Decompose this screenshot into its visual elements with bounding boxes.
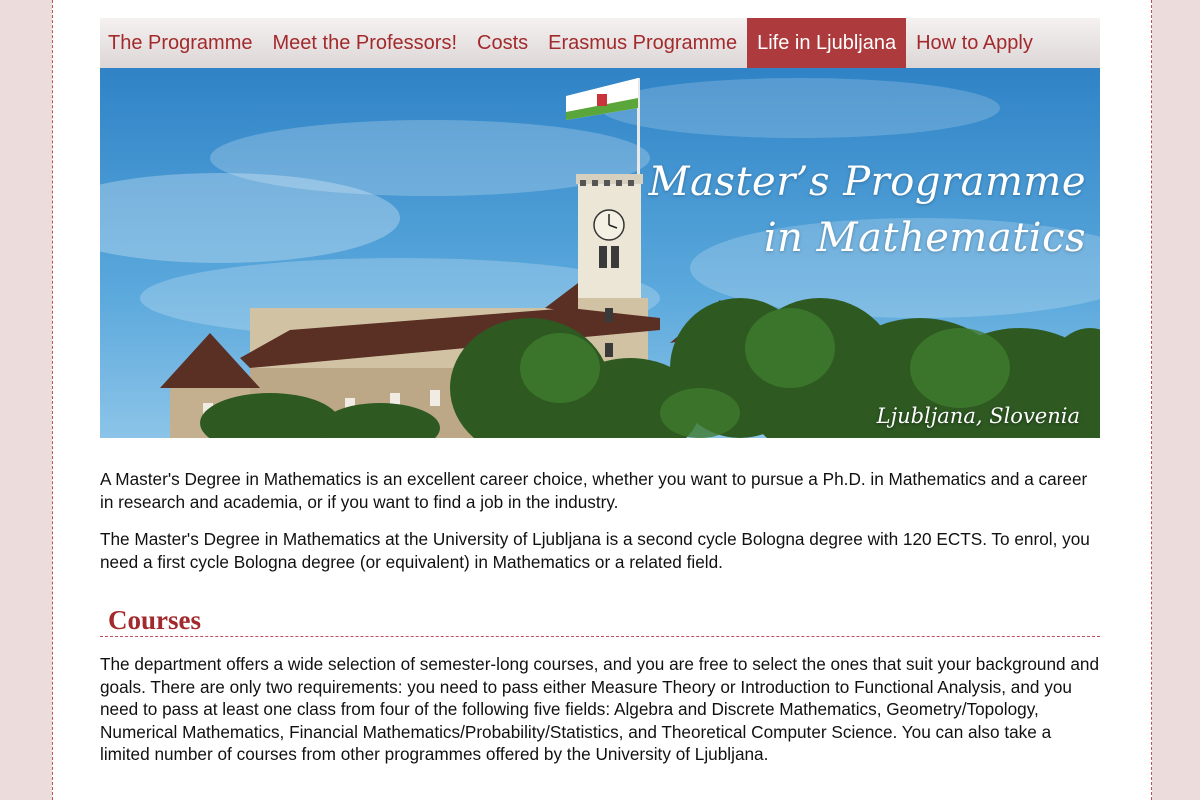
hero-title-line-1: Master’s Programme <box>648 159 1086 205</box>
nav-item-life-in-ljubljana[interactable]: Life in Ljubljana <box>747 18 907 68</box>
nav-item-the-programme[interactable]: The Programme <box>100 18 263 68</box>
intro-paragraph-2: The Master's Degree in Mathematics at th… <box>100 529 1090 572</box>
intro-paragraph-1: A Master's Degree in Mathematics is an e… <box>100 469 1088 512</box>
courses-paragraph-1: The department offers a wide selection o… <box>100 653 1100 765</box>
main-content: A Master's Degree in Mathematics is an e… <box>100 468 1100 781</box>
hero-banner: Master’s Programme in Mathematics Ljublj… <box>100 68 1100 438</box>
nav-item-erasmus-programme[interactable]: Erasmus Programme <box>538 18 747 68</box>
hero-title: Master’s Programme in Mathematics <box>649 154 1086 266</box>
main-navigation: The Programme Meet the Professors! Costs… <box>100 18 1100 68</box>
page-container: The Programme Meet the Professors! Costs… <box>52 0 1152 800</box>
hero-caption: Ljubljana, Slovenia <box>876 404 1080 428</box>
courses-heading: Courses <box>100 607 1100 637</box>
nav-item-meet-the-professors[interactable]: Meet the Professors! <box>263 18 468 68</box>
nav-item-how-to-apply[interactable]: How to Apply <box>906 18 1043 68</box>
hero-title-line-2: in Mathematics <box>763 215 1086 261</box>
nav-item-costs[interactable]: Costs <box>467 18 538 68</box>
